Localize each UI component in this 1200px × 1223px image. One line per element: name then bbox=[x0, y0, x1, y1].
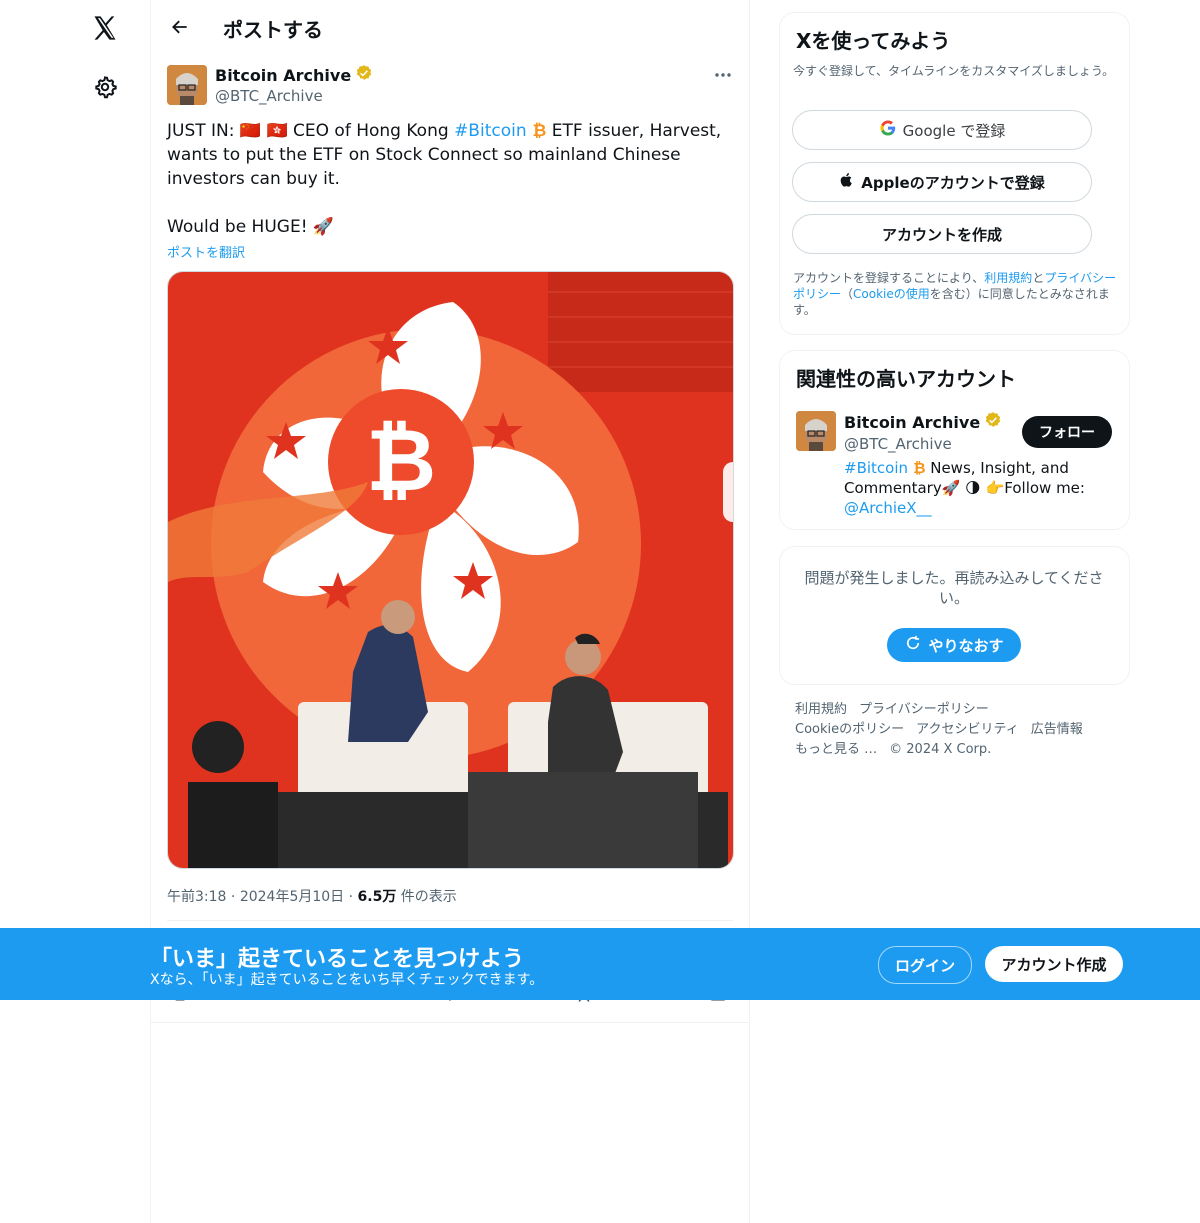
gear-icon[interactable] bbox=[82, 64, 128, 110]
tweet-meta: 午前3:18 · 2024年5月10日 · 6.5万 件の表示 bbox=[167, 889, 457, 905]
tweet-text: JUST IN: 🇨🇳 🇭🇰 CEO of Hong Kong #Bitcoin… bbox=[167, 119, 727, 239]
footer-privacy-link[interactable]: プライバシーポリシー bbox=[859, 702, 989, 717]
x-logo-icon[interactable] bbox=[82, 5, 128, 51]
signup-title: Xを使ってみよう bbox=[796, 29, 951, 53]
tweet-text-prefix: JUST IN: 🇨🇳 🇭🇰 CEO of Hong Kong bbox=[167, 121, 455, 141]
footer-ads-link[interactable]: 広告情報 bbox=[1031, 722, 1083, 737]
translate-link[interactable]: ポストを翻訳 bbox=[167, 242, 245, 261]
tweet-photo: ₿ bbox=[168, 272, 733, 868]
apple-icon bbox=[839, 171, 855, 193]
bio-link[interactable]: @ArchieX__ bbox=[844, 499, 932, 517]
avatar[interactable] bbox=[167, 65, 207, 105]
retry-label: やりなおす bbox=[928, 636, 1004, 655]
terms-link[interactable]: 利用規約 bbox=[984, 271, 1032, 285]
tweet-paragraph: JUST IN: 🇨🇳 🇭🇰 CEO of Hong Kong #Bitcoin… bbox=[167, 119, 727, 191]
svg-text:₿: ₿ bbox=[366, 411, 436, 511]
divider bbox=[167, 920, 733, 921]
bitcoin-emoji-icon: ₿ bbox=[908, 459, 926, 477]
author-name[interactable]: Bitcoin Archive bbox=[215, 64, 373, 86]
google-icon bbox=[879, 119, 897, 141]
footer-terms-link[interactable]: 利用規約 bbox=[795, 702, 847, 717]
follow-button[interactable]: フォロー bbox=[1022, 416, 1112, 448]
apple-signup-label: Appleのアカウントで登録 bbox=[861, 173, 1045, 192]
more-icon[interactable] bbox=[707, 64, 739, 86]
main-column: ポストする Bitcoin Archive @BTC_Archive JUST … bbox=[150, 0, 750, 1223]
author-name-label: Bitcoin Archive bbox=[215, 65, 352, 85]
signup-card: Xを使ってみよう 今すぐ登録して、タイムラインをカスタマイズしましょう。 Goo… bbox=[779, 12, 1130, 335]
related-bio: #Bitcoin ₿ News, Insight, and Commentary… bbox=[844, 458, 1114, 518]
back-arrow-icon[interactable] bbox=[165, 12, 195, 42]
verified-badge-icon bbox=[984, 411, 1002, 433]
hashtag-link[interactable]: #Bitcoin bbox=[454, 121, 527, 141]
tweet-date[interactable]: 2024年5月10日 bbox=[240, 889, 344, 905]
footer-more-link[interactable]: もっと見る … bbox=[795, 742, 877, 757]
tweet-time[interactable]: 午前3:18 bbox=[167, 889, 226, 905]
related-accounts-card: 関連性の高いアカウント Bitcoin Archive @BTC_Archive… bbox=[779, 350, 1130, 530]
signup-button[interactable]: アカウント作成 bbox=[985, 946, 1123, 982]
related-title: 関連性の高いアカウント bbox=[796, 367, 1016, 391]
author-handle[interactable]: @BTC_Archive bbox=[215, 87, 323, 105]
related-handle[interactable]: @BTC_Archive bbox=[844, 435, 952, 453]
error-message: 問題が発生しました。再読み込みしてください。 bbox=[804, 569, 1104, 607]
page-title: ポストする bbox=[223, 18, 323, 42]
retry-button[interactable]: やりなおす bbox=[887, 628, 1021, 662]
apple-signup-button[interactable]: Appleのアカウントで登録 bbox=[792, 162, 1092, 202]
terms-part: （ bbox=[841, 287, 854, 301]
refresh-icon bbox=[904, 634, 922, 656]
google-signup-label: Google で登録 bbox=[902, 121, 1006, 140]
footer-links: 利用規約 プライバシーポリシー Cookieのポリシー アクセシビリティ 広告情報 も… bbox=[795, 700, 1115, 760]
terms-text: アカウントを登録することにより、利用規約とプライバシーポリシー（Cookieの使… bbox=[793, 270, 1118, 318]
banner-subtitle: Xなら、「いま」起きていることをいち早くチェックできます。 bbox=[150, 972, 544, 988]
related-name-label: Bitcoin Archive bbox=[844, 412, 981, 432]
tweet-paragraph-2: Would be HUGE! 🚀 bbox=[167, 217, 335, 237]
left-nav bbox=[0, 0, 150, 1223]
terms-part: アカウントを登録することにより、 bbox=[793, 271, 985, 285]
view-count: 6.5万 bbox=[357, 889, 397, 905]
footer-accessibility-link[interactable]: アクセシビリティ bbox=[916, 722, 1019, 737]
tweet-image[interactable]: ₿ bbox=[167, 271, 734, 869]
verified-badge-icon bbox=[355, 64, 373, 86]
cookie-link[interactable]: Cookieの使用 bbox=[853, 287, 930, 301]
error-card: 問題が発生しました。再読み込みしてください。 やりなおす bbox=[779, 546, 1130, 685]
divider bbox=[151, 1022, 749, 1023]
signup-desc: 今すぐ登録して、タイムラインをカスタマイズしましょう。 bbox=[793, 64, 1115, 78]
page-header: ポストする bbox=[151, 0, 749, 53]
view-label: 件の表示 bbox=[400, 889, 457, 905]
footer-cookie-link[interactable]: Cookieのポリシー bbox=[795, 722, 904, 737]
bio-hashtag[interactable]: #Bitcoin bbox=[844, 459, 908, 477]
google-signup-button[interactable]: Google で登録 bbox=[792, 110, 1092, 150]
create-account-button[interactable]: アカウントを作成 bbox=[792, 214, 1092, 254]
related-name[interactable]: Bitcoin Archive bbox=[844, 411, 1002, 433]
terms-part: と bbox=[1032, 271, 1045, 285]
bitcoin-emoji-icon: ₿ bbox=[526, 121, 547, 141]
avatar[interactable] bbox=[796, 411, 836, 451]
login-button[interactable]: ログイン bbox=[878, 946, 972, 984]
create-account-label: アカウントを作成 bbox=[881, 225, 1002, 244]
copyright: © 2024 X Corp. bbox=[889, 742, 992, 757]
